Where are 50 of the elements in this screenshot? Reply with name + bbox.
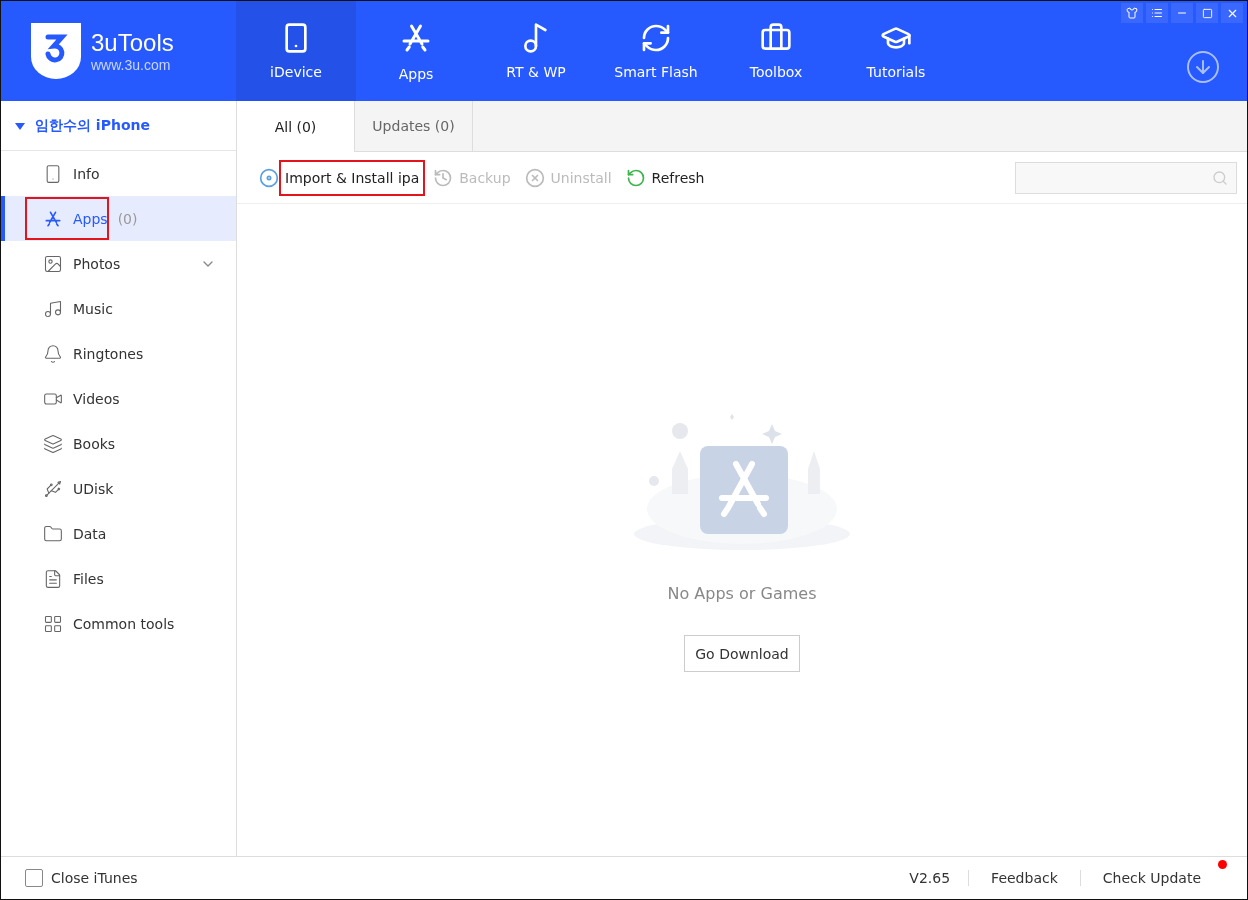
device-label: 임한수의 iPhone (35, 116, 150, 135)
logo-name: 3uTools (91, 29, 174, 57)
sidebar-item[interactable]: Data (1, 511, 236, 556)
maximize-icon (1201, 7, 1213, 19)
search-field[interactable] (1015, 161, 1237, 194)
device-row[interactable]: 임한수의 iPhone (1, 101, 236, 151)
version-label: V2.65 (909, 870, 952, 886)
sidebar-item[interactable]: Files (1, 556, 236, 601)
nav-icon (640, 22, 672, 54)
check-update-link[interactable]: Check Update (1079, 870, 1223, 886)
menu-icon (1151, 7, 1163, 19)
empty-message: No Apps or Games (667, 584, 817, 603)
close-button[interactable] (1221, 3, 1243, 23)
sidebar-item[interactable]: Apps (0) (1, 196, 236, 241)
sidebar-item[interactable]: Music (1, 286, 236, 331)
toolbar-icon (433, 167, 454, 188)
minimize-button[interactable] (1171, 3, 1193, 23)
sidebar-item[interactable]: Videos (1, 376, 236, 421)
go-download-button[interactable]: Go Download (684, 635, 800, 672)
nav-tab[interactable]: Apps (356, 1, 476, 101)
toolbar-button[interactable]: Import & Install ipa (259, 167, 420, 188)
feedback-link[interactable]: Feedback (968, 870, 1080, 886)
toolbar-icon (259, 167, 279, 188)
shirt-icon (1126, 7, 1138, 19)
menu-button[interactable] (1146, 3, 1168, 23)
toolbar-icon (625, 167, 646, 188)
checkbox[interactable] (25, 869, 43, 887)
sidebar-item[interactable]: Photos (1, 241, 236, 286)
nav-tab[interactable]: iDevice (236, 1, 356, 101)
nav-tab[interactable]: RT & WP (476, 1, 596, 101)
toolbar-button[interactable]: Refresh (625, 167, 705, 188)
tab[interactable]: Updates (0) (355, 101, 473, 151)
sidebar-item[interactable]: Ringtones (1, 331, 236, 376)
nav-tab[interactable]: Tutorials (836, 1, 956, 101)
nav-tab[interactable]: Toolbox (716, 1, 836, 101)
sidebar-item[interactable]: Info (1, 151, 236, 196)
app-store-icon (43, 208, 63, 229)
search-icon (1212, 169, 1228, 186)
maximize-button[interactable] (1196, 3, 1218, 23)
logo-icon (31, 23, 81, 79)
sidebar-item[interactable]: Books (1, 421, 236, 466)
skin-button[interactable] (1121, 3, 1143, 23)
logo-url: www.3u.com (91, 57, 172, 73)
close-itunes-label[interactable]: Close iTunes (51, 870, 138, 886)
nav-tab[interactable]: Smart Flash (596, 1, 716, 101)
download-icon[interactable] (1185, 49, 1221, 85)
sidebar-item[interactable]: Common tools (1, 601, 236, 646)
toolbar-icon (524, 167, 545, 188)
tab[interactable]: All (0) (237, 101, 355, 152)
sidebar-item[interactable]: UDisk (1, 466, 236, 511)
